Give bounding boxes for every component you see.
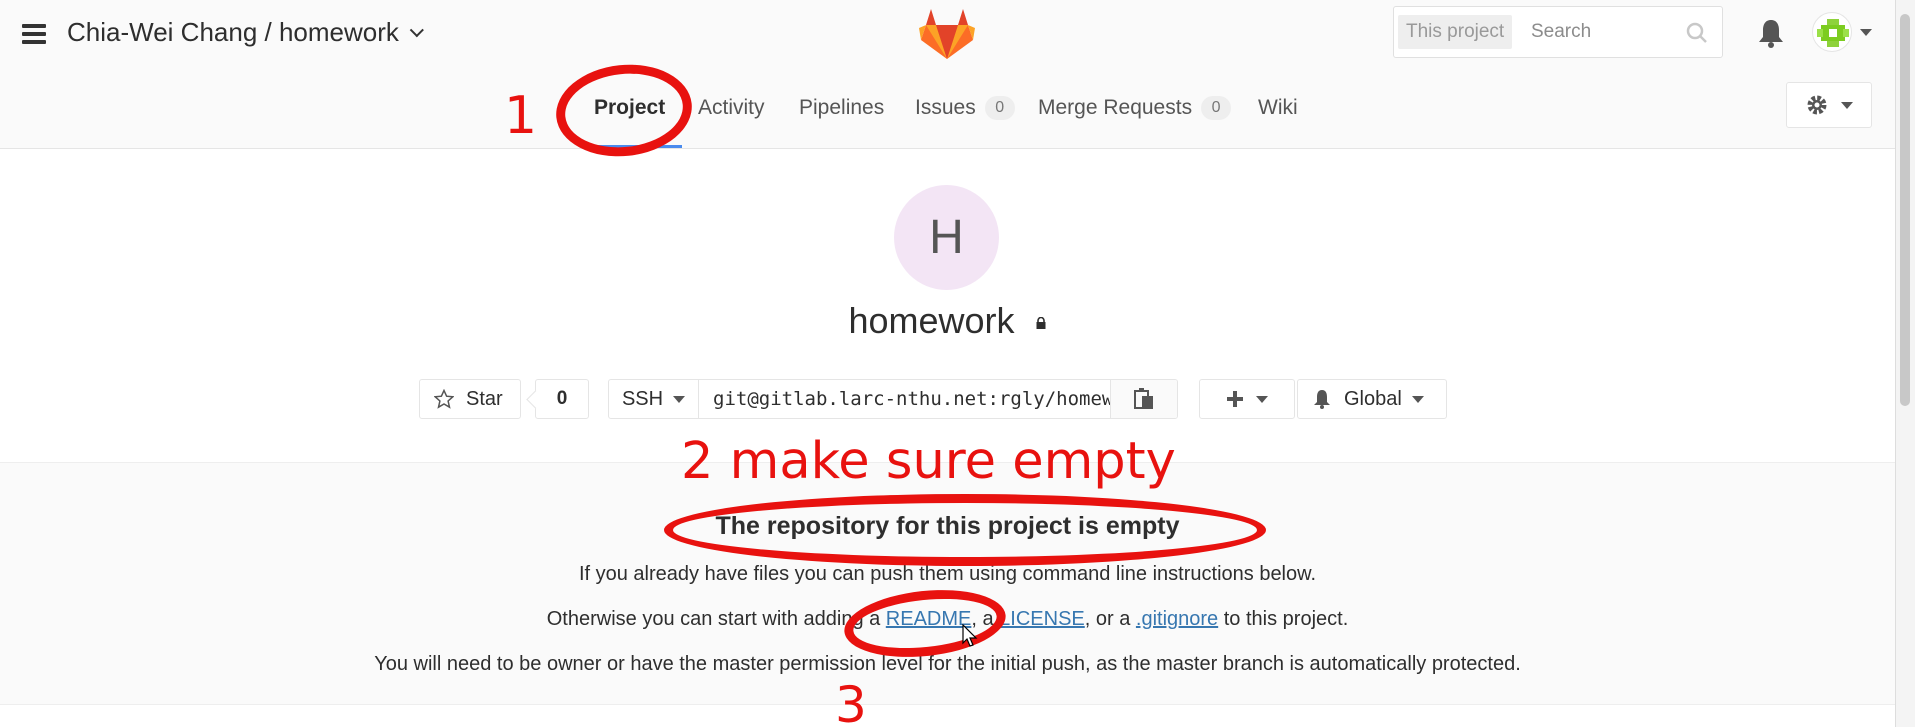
separator-text: , or a — [1084, 608, 1136, 630]
lock-icon — [1036, 317, 1046, 330]
line2-prefix: Otherwise you can start with adding a — [546, 608, 886, 630]
annotation-label-3: 3 — [835, 676, 867, 727]
clipboard-icon — [1134, 388, 1153, 409]
add-new-dropdown[interactable] — [1199, 379, 1295, 419]
merge-requests-count-badge: 0 — [1201, 96, 1232, 120]
settings-button[interactable] — [1786, 82, 1872, 128]
user-menu[interactable] — [1812, 12, 1872, 52]
copy-url-button[interactable] — [1111, 380, 1177, 418]
caret-down-icon[interactable] — [1860, 28, 1872, 36]
caret-down-icon — [1841, 101, 1853, 109]
star-icon — [434, 389, 454, 409]
project-breadcrumb[interactable]: Chia-Wei Chang / homework — [67, 17, 424, 48]
tab-merge-requests[interactable]: Merge Requests 0 — [1038, 96, 1232, 120]
clone-url-input[interactable]: git@gitlab.larc-nthu.net:rgly/homework.g… — [699, 380, 1111, 418]
chevron-down-icon[interactable] — [409, 22, 424, 37]
identicon-icon — [1817, 19, 1849, 47]
project-nav: Project Activity Pipelines Issues 0 Merg… — [0, 68, 1895, 149]
tab-label[interactable]: Issues — [915, 96, 976, 120]
search-box[interactable]: This project Search — [1393, 6, 1723, 58]
search-input[interactable]: Search — [1531, 15, 1591, 49]
search-icon[interactable] — [1686, 22, 1708, 44]
clone-panel: SSH git@gitlab.larc-nthu.net:rgly/homewo… — [608, 379, 1178, 419]
top-header: Chia-Wei Chang / homework This project S… — [0, 0, 1895, 68]
user-avatar[interactable] — [1812, 12, 1852, 52]
scrollbar-thumb[interactable] — [1900, 14, 1910, 406]
clone-protocol-label: SSH — [621, 387, 664, 410]
notification-level-label: Global — [1344, 387, 1402, 410]
tab-pipelines[interactable]: Pipelines — [799, 96, 884, 120]
star-button[interactable]: Star — [419, 379, 521, 419]
annotation-label-2: 2 make sure empty — [681, 432, 1176, 491]
notification-bell-icon[interactable] — [1757, 18, 1785, 48]
tab-label[interactable]: Activity — [698, 96, 765, 120]
tab-activity[interactable]: Activity — [698, 96, 765, 120]
tab-issues[interactable]: Issues 0 — [915, 96, 1015, 120]
notification-level-dropdown[interactable]: Global — [1297, 379, 1447, 419]
menu-icon[interactable] — [22, 24, 46, 44]
tab-wiki[interactable]: Wiki — [1258, 96, 1298, 120]
tab-label[interactable]: Pipelines — [799, 96, 884, 120]
license-link[interactable]: LICENSE — [999, 608, 1085, 630]
caret-down-icon — [1411, 395, 1424, 403]
tab-label[interactable]: Merge Requests — [1038, 96, 1192, 120]
project-name-row: homework — [0, 300, 1895, 342]
mouse-cursor-icon — [962, 624, 978, 647]
clone-protocol-dropdown[interactable]: SSH — [609, 380, 699, 418]
project-title[interactable]: Chia-Wei Chang / homework — [67, 17, 399, 48]
star-count[interactable]: 0 — [535, 379, 589, 419]
gitlab-logo-icon[interactable] — [918, 6, 976, 60]
search-scope[interactable]: This project — [1398, 15, 1513, 49]
empty-repo-line-1: If you already have files you can push t… — [578, 563, 1317, 585]
star-label: Star — [466, 387, 503, 410]
line2-suffix: to this project. — [1218, 608, 1349, 630]
gear-icon — [1807, 95, 1827, 115]
project-name: homework — [848, 300, 1015, 341]
empty-repo-line-3: You will need to be owner or have the ma… — [374, 653, 1521, 675]
caret-down-icon — [673, 395, 686, 403]
bell-icon — [1314, 390, 1330, 409]
caret-down-icon — [1256, 395, 1268, 403]
project-avatar: H — [894, 185, 999, 290]
annotation-label-1: 1 — [504, 86, 538, 146]
annotation-circle-2 — [664, 494, 1266, 566]
tab-label[interactable]: Wiki — [1258, 96, 1298, 120]
issues-count-badge: 0 — [984, 96, 1015, 120]
plus-icon — [1227, 391, 1243, 407]
gitignore-link[interactable]: .gitignore — [1136, 608, 1218, 630]
